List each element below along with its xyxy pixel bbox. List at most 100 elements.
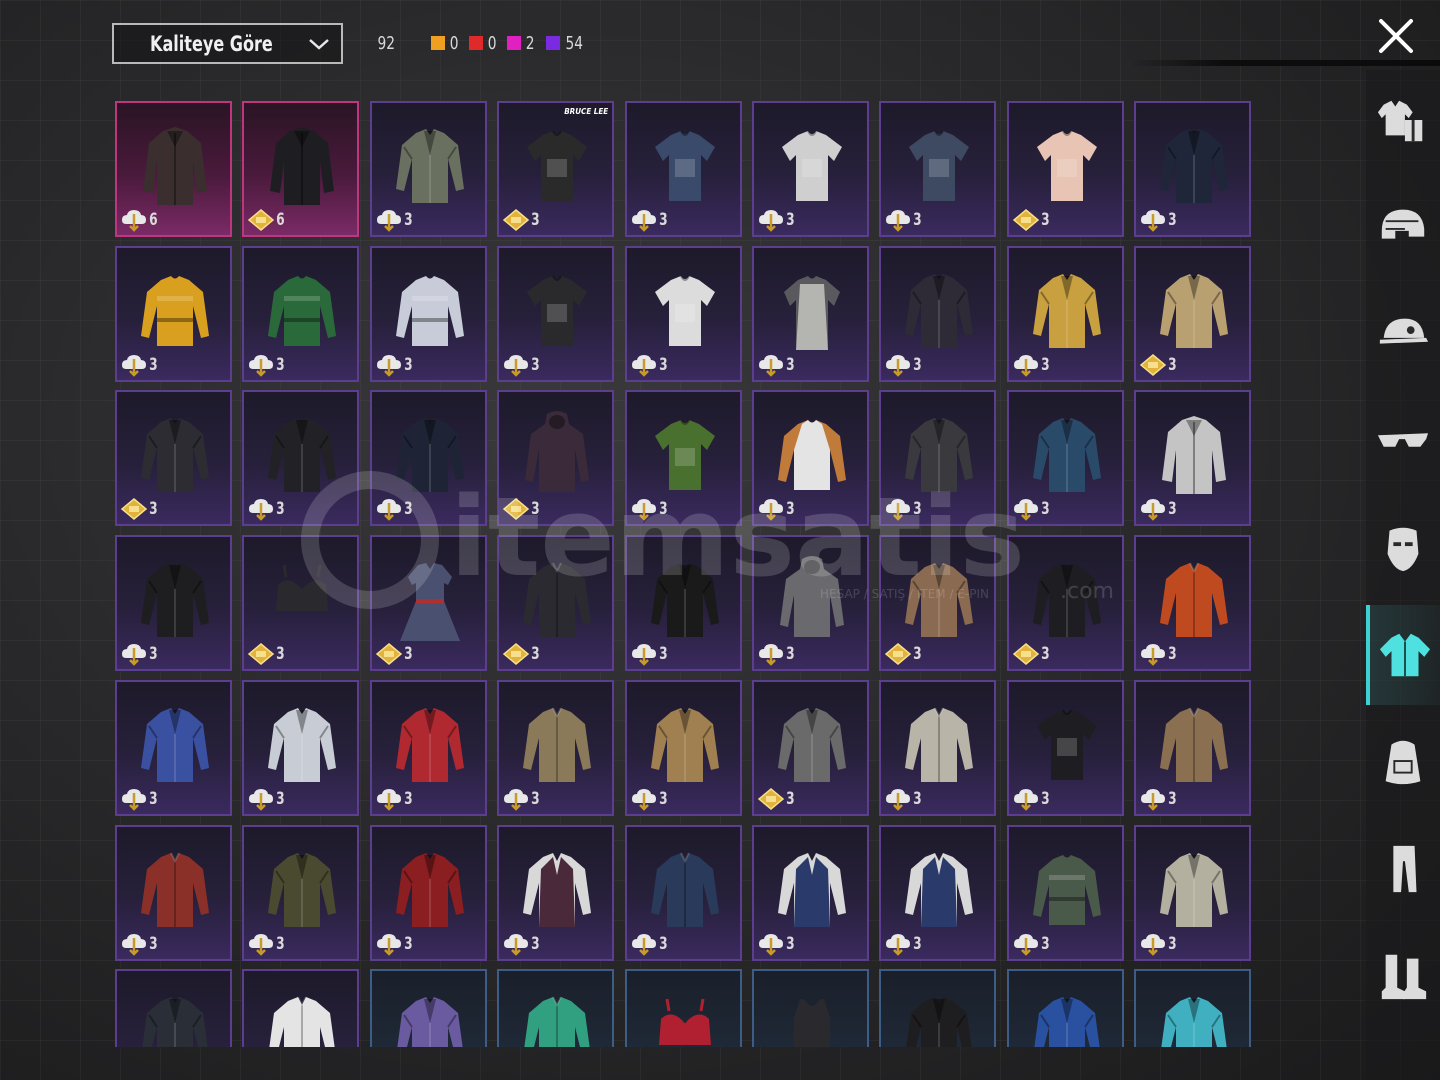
item-tile[interactable]: 3 (624, 101, 742, 237)
clothing-icon (1160, 562, 1229, 638)
diamond-icon (757, 787, 785, 810)
item-tile[interactable]: 3 (369, 101, 487, 237)
item-tile[interactable]: 3 (1006, 101, 1124, 237)
item-level: 3 (658, 354, 668, 375)
item-tile[interactable]: 3 (624, 679, 742, 816)
item-tile[interactable]: 3 (115, 824, 232, 961)
item-tile[interactable]: 3 (242, 535, 360, 672)
item-badge: 3 (757, 497, 796, 522)
item-tile[interactable]: 6 (242, 101, 360, 237)
item-tile[interactable]: 3 (879, 824, 997, 961)
item-tile[interactable]: 3 (242, 245, 360, 382)
cloud-upgrade-icon (1013, 499, 1038, 522)
item-tile[interactable]: 3 (1134, 535, 1252, 672)
item-level: 3 (276, 933, 285, 954)
item-tile[interactable]: 3 (242, 824, 360, 961)
category-helmet[interactable] (1366, 177, 1440, 277)
item-tile[interactable]: 3 (1006, 535, 1124, 672)
category-mask[interactable] (1366, 498, 1440, 598)
item-tile[interactable]: 3 (497, 535, 615, 672)
item-tile[interactable]: 3 (1134, 679, 1252, 816)
item-tile[interactable] (369, 969, 487, 1047)
item-badge: 3 (120, 497, 159, 521)
category-outfit[interactable] (1366, 70, 1440, 170)
item-tile[interactable]: 3 (1006, 390, 1124, 527)
item-tile[interactable]: 3 (1134, 824, 1252, 961)
item-tile[interactable]: 3 (497, 245, 615, 382)
category-shirt[interactable] (1366, 605, 1440, 705)
category-boots[interactable] (1366, 926, 1440, 1026)
tier-count-red: 0 (468, 33, 497, 54)
item-tile[interactable]: 3 (624, 245, 742, 382)
clothing-icon (905, 418, 974, 493)
item-tile[interactable]: 3 (879, 679, 997, 816)
item-tile[interactable]: 3 (752, 390, 869, 527)
cloud-upgrade-icon (759, 644, 783, 666)
item-tile[interactable]: 3 (369, 824, 487, 961)
item-tile[interactable] (752, 969, 869, 1047)
item-tile[interactable] (242, 969, 360, 1047)
item-tile[interactable]: 3 (1006, 245, 1124, 382)
item-tile[interactable]: 3 (752, 679, 869, 816)
item-tile[interactable]: 3 (369, 390, 487, 527)
category-cap[interactable] (1366, 284, 1440, 384)
sort-dropdown[interactable]: Kaliteye Göre (112, 23, 343, 64)
clothing-icon (1160, 852, 1229, 927)
item-tile[interactable]: 3 (497, 390, 615, 527)
item-tile[interactable]: 3 (369, 535, 487, 672)
item-tile[interactable]: 3 (115, 679, 232, 816)
cloud-upgrade-icon (759, 499, 783, 522)
item-tile[interactable] (879, 969, 997, 1047)
item-tile[interactable]: 3 (497, 679, 615, 816)
tier-count-pink: 2 (507, 33, 535, 54)
item-tile[interactable]: 3 (879, 535, 997, 672)
item-tile[interactable]: 3 (879, 245, 997, 382)
category-glasses[interactable] (1366, 391, 1440, 491)
item-tile[interactable]: 6 (115, 101, 232, 237)
item-tile[interactable]: 3 (1006, 679, 1124, 816)
item-badge: 3 (375, 353, 414, 377)
item-level: 3 (1040, 210, 1050, 230)
item-tile[interactable] (497, 969, 615, 1047)
item-tile[interactable]: 3 (115, 245, 232, 382)
item-tile[interactable]: 3 (1134, 390, 1252, 527)
item-tile[interactable]: BRUCE LEE 3 (497, 101, 615, 237)
item-tile[interactable]: 3 (752, 245, 869, 382)
item-level: 3 (403, 933, 413, 954)
item-tile[interactable]: 3 (624, 535, 742, 672)
item-tile[interactable]: 3 (242, 679, 360, 816)
item-tile[interactable]: 3 (497, 824, 615, 961)
item-tile[interactable] (1006, 969, 1124, 1047)
item-tile[interactable]: 3 (115, 390, 232, 527)
item-tile[interactable]: 3 (369, 245, 487, 382)
category-backpack[interactable] (1366, 712, 1440, 812)
item-level: 3 (913, 210, 922, 230)
item-tile[interactable]: 3 (115, 535, 232, 672)
item-tile[interactable]: 3 (242, 390, 360, 527)
category-pants[interactable] (1366, 819, 1440, 919)
item-badge: 3 (1139, 642, 1178, 666)
item-tile[interactable]: 3 (624, 824, 742, 961)
item-tile[interactable]: 3 (752, 824, 869, 961)
item-tile[interactable]: 3 (1006, 824, 1124, 961)
item-tile[interactable] (624, 969, 742, 1047)
item-badge: 3 (630, 932, 669, 956)
item-level: 3 (786, 644, 795, 665)
item-tile[interactable]: 3 (752, 535, 869, 672)
item-level: 3 (531, 354, 540, 375)
item-tile[interactable] (1134, 969, 1252, 1047)
item-tile[interactable]: 3 (879, 101, 997, 237)
item-tile[interactable] (115, 969, 232, 1047)
item-tile[interactable]: 3 (1134, 245, 1252, 382)
helmet-icon (1381, 209, 1425, 239)
item-level: 3 (403, 354, 413, 375)
item-tile[interactable]: 3 (752, 101, 869, 237)
item-tile[interactable]: 3 (1134, 101, 1252, 237)
item-tile[interactable]: 3 (369, 679, 487, 816)
item-badge: 3 (502, 208, 541, 232)
item-tile[interactable]: 3 (879, 390, 997, 527)
item-tile[interactable]: 3 (624, 390, 742, 527)
cloud-upgrade-icon (504, 354, 529, 377)
close-icon[interactable] (1376, 16, 1416, 56)
cloud-upgrade-icon (376, 933, 401, 956)
